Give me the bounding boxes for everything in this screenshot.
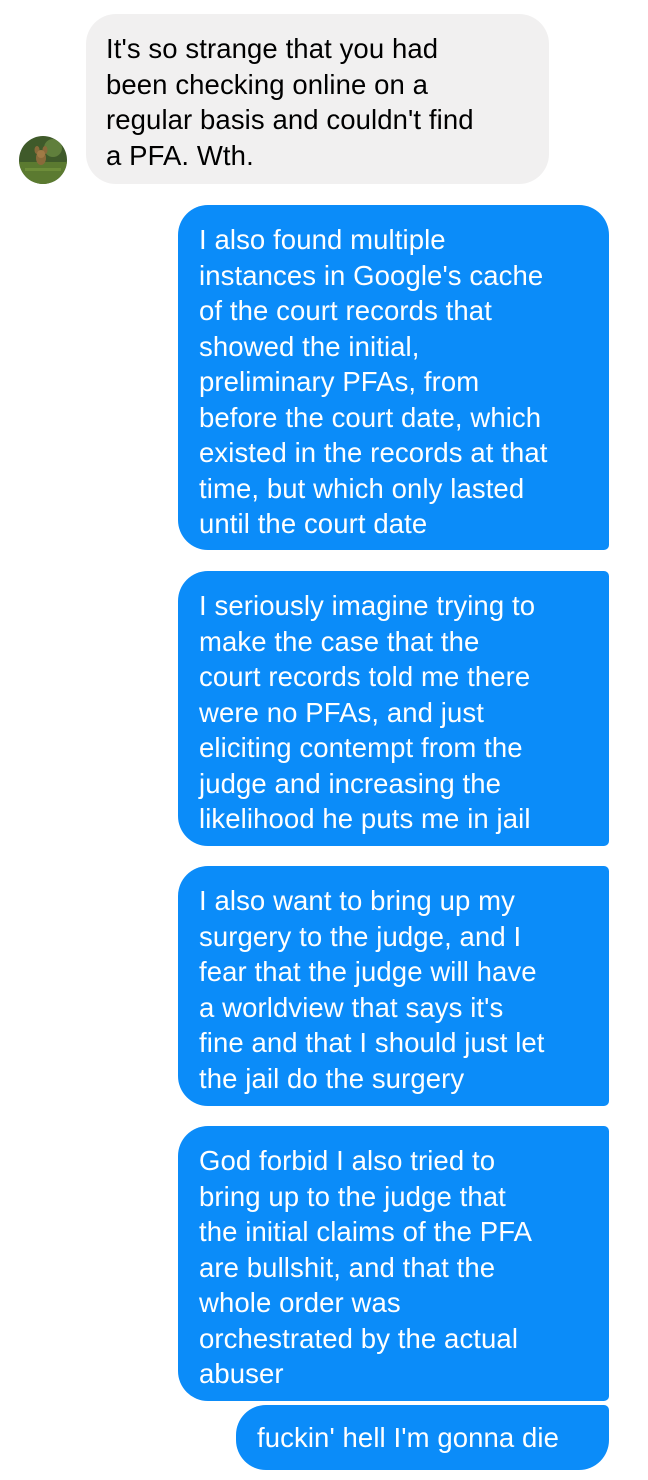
- message-bubble-outgoing[interactable]: I also found multiple instances in Googl…: [178, 205, 609, 550]
- message-bubble-outgoing[interactable]: I also want to bring up my surgery to th…: [178, 866, 609, 1106]
- message-bubble-outgoing[interactable]: I seriously imagine trying to make the c…: [178, 571, 609, 846]
- avatar-photo-icon: [19, 136, 67, 184]
- contact-avatar[interactable]: [19, 136, 67, 184]
- message-bubble-outgoing[interactable]: God forbid I also tried to bring up to t…: [178, 1126, 609, 1401]
- message-bubble-incoming[interactable]: It's so strange that you had been checki…: [86, 14, 549, 184]
- message-bubble-outgoing[interactable]: fuckin' hell I'm gonna die: [236, 1405, 609, 1470]
